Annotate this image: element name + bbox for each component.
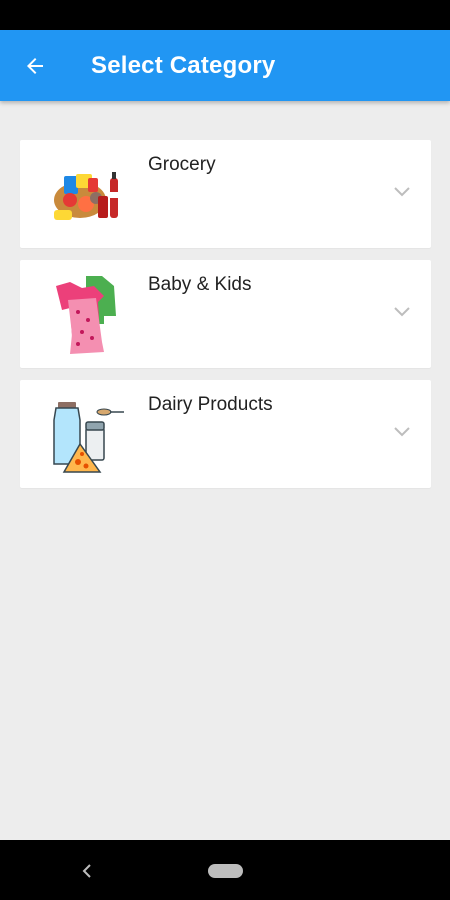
system-navigation-bar [0,840,450,900]
app-bar: Select Category [0,30,450,101]
nav-back-icon[interactable] [80,862,94,880]
category-list: Grocery Baby & Kids Dairy Products [20,140,431,500]
arrow-left-icon [27,57,43,74]
dairy-products-image [53,402,124,473]
page-title: Select Category [91,51,276,79]
grocery-image [54,172,118,220]
chevron-down-icon [394,427,410,437]
category-item-grocery[interactable]: Grocery [20,140,431,248]
category-item-baby-kids[interactable]: Baby & Kids [20,260,431,368]
category-label: Dairy Products [148,394,273,415]
nav-home-pill[interactable] [208,864,243,878]
chevron-down-icon [394,187,410,197]
screen: Select Category Grocery Baby & Kids Dair… [0,0,450,900]
category-label: Grocery [148,154,216,175]
status-bar [0,0,450,30]
back-button[interactable] [0,30,70,101]
baby-kids-clothes-image [56,276,116,354]
category-item-dairy-products[interactable]: Dairy Products [20,380,431,488]
chevron-down-icon [394,307,410,317]
category-label: Baby & Kids [148,274,252,295]
